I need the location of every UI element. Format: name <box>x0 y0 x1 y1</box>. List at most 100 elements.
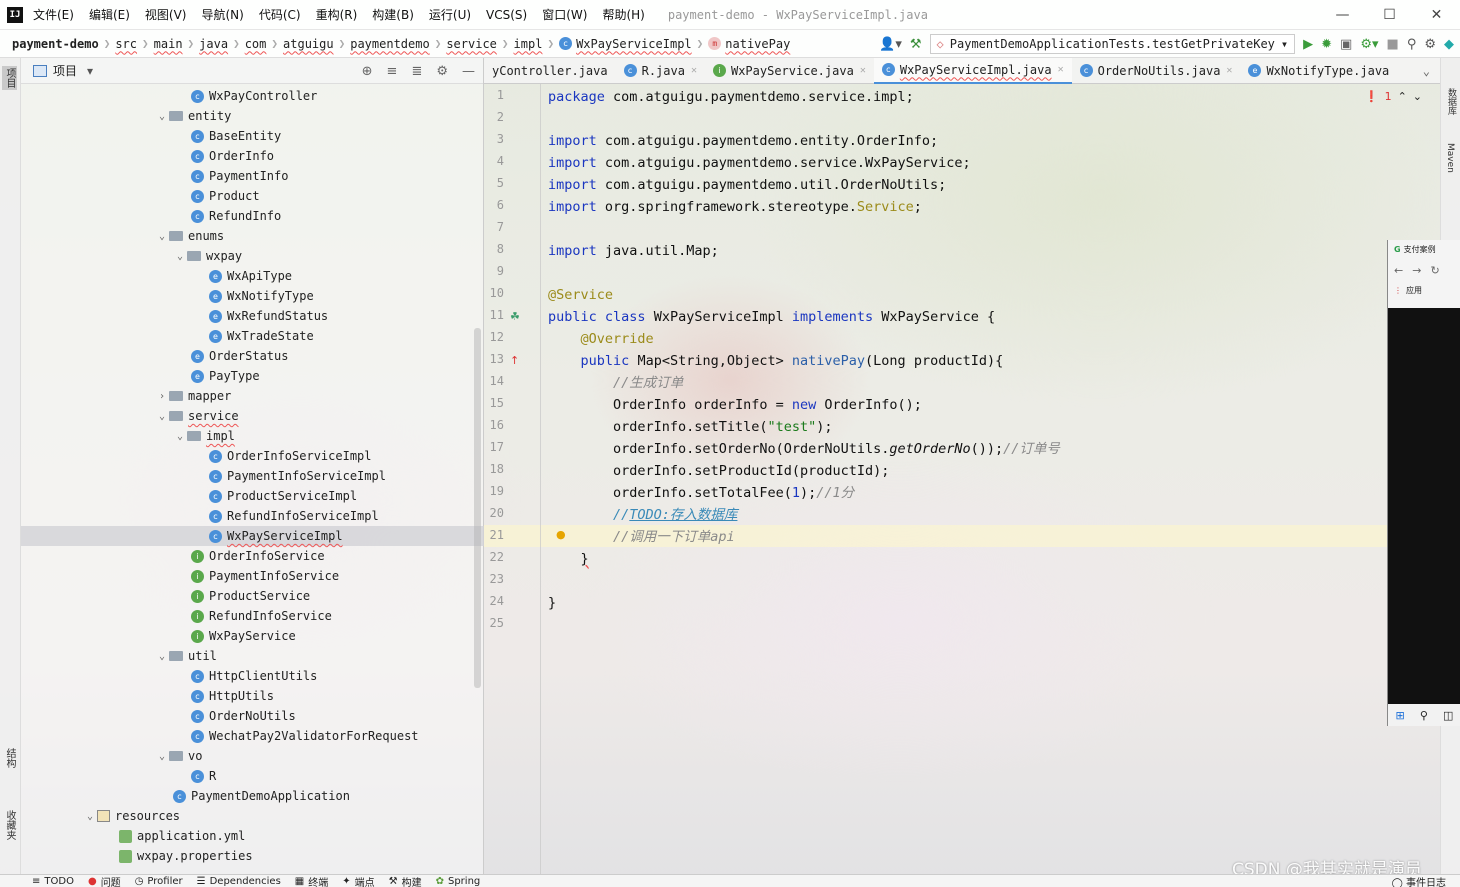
chevron-down-icon[interactable]: ⌄ <box>155 411 169 422</box>
tree-item[interactable]: c OrderInfoServiceImpl <box>21 446 484 466</box>
menu-window[interactable]: 窗口(W) <box>542 6 587 23</box>
tree-item[interactable]: ⌄ wxpay <box>21 246 484 266</box>
tree-item[interactable]: e WxRefundStatus <box>21 306 484 326</box>
tree-item[interactable]: ⌄ impl <box>21 426 484 446</box>
tree-item[interactable]: c OrderInfo <box>21 146 484 166</box>
breadcrumb-com[interactable]: com <box>245 37 267 51</box>
expand-all-icon[interactable]: ≡ <box>387 64 398 79</box>
chevron-down-icon[interactable]: ⌄ <box>173 431 187 442</box>
menu-navigate[interactable]: 导航(N) <box>201 6 243 23</box>
coverage-icon[interactable]: ▣ <box>1340 37 1352 52</box>
tree-item[interactable]: ⌄ util <box>21 646 484 666</box>
tree-item[interactable]: c HttpUtils <box>21 686 484 706</box>
debug-icon[interactable]: ✹ <box>1321 37 1332 52</box>
chevron-down-icon[interactable]: ▾ <box>87 64 93 78</box>
chevron-down-icon[interactable]: ⌄ <box>155 651 169 662</box>
tree-item[interactable]: application.yml <box>21 826 484 846</box>
maven-tool-button[interactable]: Maven <box>1445 143 1455 173</box>
tree-item[interactable]: c WxPayController <box>21 86 484 106</box>
tool-dependencies[interactable]: ☰ Dependencies <box>197 876 281 887</box>
menu-edit[interactable]: 编辑(E) <box>89 6 130 23</box>
tree-item[interactable]: c PaymentDemoApplication <box>21 786 484 806</box>
breadcrumb-main[interactable]: main <box>154 37 183 51</box>
browser-tab[interactable]: G 支付案例 <box>1394 244 1454 255</box>
tree-item[interactable]: e WxApiType <box>21 266 484 286</box>
tree-item[interactable]: i RefundInfoService <box>21 606 484 626</box>
tree-item[interactable]: › mapper <box>21 386 484 406</box>
close-tab-icon[interactable]: ✕ <box>1226 65 1232 76</box>
back-icon[interactable]: ← <box>1394 264 1403 277</box>
tree-item[interactable]: i OrderInfoService <box>21 546 484 566</box>
chevron-right-icon[interactable]: › <box>155 391 169 402</box>
chevron-down-icon[interactable]: ⌄ <box>173 251 187 262</box>
menu-refactor[interactable]: 重构(R) <box>316 6 358 23</box>
tool-build[interactable]: ⚒ 构建 <box>389 874 422 887</box>
close-tab-icon[interactable]: ✕ <box>860 65 866 76</box>
user-icon[interactable]: 👤▾ <box>879 37 902 52</box>
tree-item[interactable]: c RefundInfo <box>21 206 484 226</box>
tree-item[interactable]: c RefundInfoServiceImpl <box>21 506 484 526</box>
editor-tab[interactable]: c OrderNoUtils.java ✕ <box>1072 58 1241 84</box>
tree-item[interactable]: i WxPayService <box>21 626 484 646</box>
minimize-icon[interactable]: — <box>1319 0 1366 30</box>
tool-terminal[interactable]: ▦ 终端 <box>295 874 328 887</box>
tree-item[interactable]: e OrderStatus <box>21 346 484 366</box>
tree-item[interactable]: c OrderNoUtils <box>21 706 484 726</box>
maximize-icon[interactable]: ☐ <box>1366 0 1413 30</box>
breadcrumb-java[interactable]: java <box>199 37 228 51</box>
tree-item[interactable]: ⌄ service <box>21 406 484 426</box>
tool-spring[interactable]: ✿ Spring <box>436 876 481 887</box>
collapse-all-icon[interactable]: ≣ <box>411 64 422 79</box>
close-icon[interactable]: ✕ <box>1413 0 1460 30</box>
breadcrumb-paymentdemo[interactable]: paymentdemo <box>350 37 429 51</box>
tree-item[interactable]: i PaymentInfoService <box>21 566 484 586</box>
chevron-down-icon[interactable]: ⌄ <box>83 811 97 822</box>
editor-tab[interactable]: c R.java ✕ <box>616 58 705 84</box>
menu-code[interactable]: 代码(C) <box>259 6 301 23</box>
floating-browser-window[interactable]: G 支付案例 ← → ↻ ⋮ 应用 ⊞ ⚲ ◫ <box>1387 240 1460 726</box>
breadcrumb-project[interactable]: payment-demo <box>12 37 99 51</box>
tree-item[interactable]: wxpay.properties <box>21 846 484 866</box>
hide-icon[interactable]: — <box>462 64 475 79</box>
breadcrumb-class[interactable]: WxPayServiceImpl <box>576 37 692 51</box>
chevron-down-icon[interactable]: ⌄ <box>1423 64 1430 78</box>
close-tab-icon[interactable]: ✕ <box>691 65 697 76</box>
tool-problems[interactable]: ● 问题 <box>88 874 121 887</box>
run-icon[interactable]: ▶ <box>1303 37 1313 52</box>
editor-tab[interactable]: i WxPayService.java ✕ <box>705 58 874 84</box>
chevron-down-icon[interactable]: ⌄ <box>155 111 169 122</box>
profile-icon[interactable]: ⚙▾ <box>1360 37 1378 52</box>
close-tab-icon[interactable]: ✕ <box>1058 64 1064 75</box>
breadcrumb-atguigu[interactable]: atguigu <box>283 37 334 51</box>
search-icon[interactable]: ⚲ <box>1407 37 1417 52</box>
gear-icon[interactable]: ⚙ <box>436 64 448 79</box>
tree-item[interactable]: c HttpClientUtils <box>21 666 484 686</box>
implement-marker-icon[interactable]: ☘ <box>510 310 520 323</box>
tree-item[interactable]: c ProductServiceImpl <box>21 486 484 506</box>
tree-item[interactable]: ⌄ enums <box>21 226 484 246</box>
breadcrumb-impl[interactable]: impl <box>514 37 543 51</box>
override-marker-icon[interactable]: ↑ <box>510 354 519 367</box>
menu-build[interactable]: 构建(B) <box>372 6 414 23</box>
tree-item[interactable]: ⌄ vo <box>21 746 484 766</box>
tree-item[interactable]: e WxNotifyType <box>21 286 484 306</box>
tree-item[interactable]: c BaseEntity <box>21 126 484 146</box>
favorites-tool-button[interactable]: 收藏夹 <box>2 810 17 840</box>
inspection-widget[interactable]: ❗ 1 ⌃ ⌄ <box>1365 90 1422 103</box>
forward-icon[interactable]: → <box>1412 264 1421 277</box>
menu-vcs[interactable]: VCS(S) <box>486 8 527 22</box>
windows-start-icon[interactable]: ⊞ <box>1396 709 1405 722</box>
editor-tab[interactable]: e WxNotifyType.java <box>1240 58 1397 84</box>
menu-file[interactable]: 文件(E) <box>33 6 74 23</box>
editor-tab[interactable]: c WxPayServiceImpl.java ✕ <box>873 57 1072 84</box>
settings-gear-icon[interactable]: ⚙ <box>1424 37 1436 52</box>
menu-help[interactable]: 帮助(H) <box>602 6 644 23</box>
tree-item[interactable]: e PayType <box>21 366 484 386</box>
tree-item[interactable]: ⌄ entity <box>21 106 484 126</box>
project-panel-title[interactable]: 项目 <box>53 62 77 79</box>
tree-item[interactable]: cR <box>21 766 484 786</box>
menu-run[interactable]: 运行(U) <box>429 6 471 23</box>
database-tool-button[interactable]: 数据库 <box>1445 88 1458 115</box>
tree-item[interactable]: c PaymentInfo <box>21 166 484 186</box>
project-tool-button[interactable]: 项目 <box>2 66 17 90</box>
